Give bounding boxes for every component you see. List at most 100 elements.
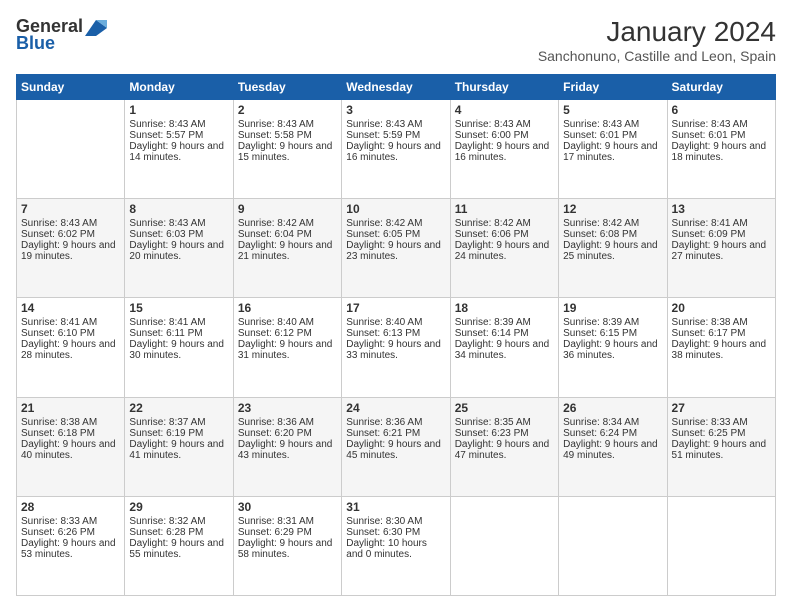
day-number: 18 — [455, 301, 554, 315]
logo: General Blue — [16, 16, 107, 54]
calendar-cell — [450, 496, 558, 595]
col-sunday: Sunday — [17, 75, 125, 100]
daylight-text: Daylight: 9 hours and 24 minutes. — [455, 240, 554, 262]
sunset-text: Sunset: 6:29 PM — [238, 527, 337, 538]
calendar-cell: 22Sunrise: 8:37 AMSunset: 6:19 PMDayligh… — [125, 397, 233, 496]
day-number: 14 — [21, 301, 120, 315]
sunset-text: Sunset: 5:59 PM — [346, 130, 445, 141]
calendar-cell: 31Sunrise: 8:30 AMSunset: 6:30 PMDayligh… — [342, 496, 450, 595]
sunrise-text: Sunrise: 8:31 AM — [238, 516, 337, 527]
calendar-cell: 16Sunrise: 8:40 AMSunset: 6:12 PMDayligh… — [233, 298, 341, 397]
day-number: 6 — [672, 103, 771, 117]
day-number: 26 — [563, 401, 662, 415]
sunrise-text: Sunrise: 8:43 AM — [455, 119, 554, 130]
calendar-cell: 19Sunrise: 8:39 AMSunset: 6:15 PMDayligh… — [559, 298, 667, 397]
day-number: 8 — [129, 202, 228, 216]
calendar-cell: 8Sunrise: 8:43 AMSunset: 6:03 PMDaylight… — [125, 199, 233, 298]
daylight-text: Daylight: 9 hours and 25 minutes. — [563, 240, 662, 262]
sunset-text: Sunset: 6:11 PM — [129, 328, 228, 339]
daylight-text: Daylight: 9 hours and 27 minutes. — [672, 240, 771, 262]
sunrise-text: Sunrise: 8:38 AM — [672, 317, 771, 328]
calendar-cell: 23Sunrise: 8:36 AMSunset: 6:20 PMDayligh… — [233, 397, 341, 496]
sunset-text: Sunset: 6:03 PM — [129, 229, 228, 240]
day-number: 20 — [672, 301, 771, 315]
calendar-cell: 18 Sunrise: 8:39 AMSunset: 6:14 PMDayligh… — [450, 298, 558, 397]
day-number: 7 — [21, 202, 120, 216]
sunrise-text: Sunrise: 8:36 AM — [238, 417, 337, 428]
calendar-cell — [17, 100, 125, 199]
daylight-text: Daylight: 9 hours and 49 minutes. — [563, 439, 662, 461]
title-section: January 2024 Sanchonuno, Castille and Le… — [538, 16, 776, 64]
sunset-text: Sunset: 6:14 PM — [455, 328, 554, 339]
day-number: 30 — [238, 500, 337, 514]
sunset-text: Sunset: 6:02 PM — [21, 229, 120, 240]
calendar-cell: 6Sunrise: 8:43 AMSunset: 6:01 PMDaylight… — [667, 100, 775, 199]
day-number: 13 — [672, 202, 771, 216]
col-tuesday: Tuesday — [233, 75, 341, 100]
day-number: 29 — [129, 500, 228, 514]
calendar-week-4: 21Sunrise: 8:38 AMSunset: 6:18 PMDayligh… — [17, 397, 776, 496]
daylight-text: Daylight: 9 hours and 23 minutes. — [346, 240, 445, 262]
calendar-cell: 24Sunrise: 8:36 AMSunset: 6:21 PMDayligh… — [342, 397, 450, 496]
sunrise-text: Sunrise: 8:41 AM — [21, 317, 120, 328]
col-friday: Friday — [559, 75, 667, 100]
sunrise-text: Sunrise: 8:43 AM — [129, 119, 228, 130]
sunset-text: Sunset: 6:13 PM — [346, 328, 445, 339]
sunrise-text: Sunrise: 8:39 AM — [455, 317, 554, 328]
sunrise-text: Sunrise: 8:43 AM — [346, 119, 445, 130]
sunrise-text: Sunrise: 8:34 AM — [563, 417, 662, 428]
day-number: 22 — [129, 401, 228, 415]
sunrise-text: Sunrise: 8:36 AM — [346, 417, 445, 428]
sunrise-text: Sunrise: 8:33 AM — [21, 516, 120, 527]
sunset-text: Sunset: 6:19 PM — [129, 428, 228, 439]
day-number: 4 — [455, 103, 554, 117]
daylight-text: Daylight: 9 hours and 19 minutes. — [21, 240, 120, 262]
calendar-cell: 26Sunrise: 8:34 AMSunset: 6:24 PMDayligh… — [559, 397, 667, 496]
sunrise-text: Sunrise: 8:41 AM — [129, 317, 228, 328]
sunrise-text: Sunrise: 8:38 AM — [21, 417, 120, 428]
day-number: 19 — [563, 301, 662, 315]
sunset-text: Sunset: 6:28 PM — [129, 527, 228, 538]
sunset-text: Sunset: 6:06 PM — [455, 229, 554, 240]
sunrise-text: Sunrise: 8:42 AM — [563, 218, 662, 229]
daylight-text: Daylight: 9 hours and 28 minutes. — [21, 339, 120, 361]
daylight-text: Daylight: 9 hours and 15 minutes. — [238, 141, 337, 163]
day-number: 28 — [21, 500, 120, 514]
daylight-text: Daylight: 9 hours and 31 minutes. — [238, 339, 337, 361]
daylight-text: Daylight: 9 hours and 41 minutes. — [129, 439, 228, 461]
sunset-text: Sunset: 5:58 PM — [238, 130, 337, 141]
location: Sanchonuno, Castille and Leon, Spain — [538, 48, 776, 64]
logo-blue: Blue — [16, 33, 55, 54]
daylight-text: Daylight: 9 hours and 21 minutes. — [238, 240, 337, 262]
month-title: January 2024 — [538, 16, 776, 48]
day-number: 16 — [238, 301, 337, 315]
calendar-cell: 17Sunrise: 8:40 AMSunset: 6:13 PMDayligh… — [342, 298, 450, 397]
calendar-week-2: 7Sunrise: 8:43 AMSunset: 6:02 PMDaylight… — [17, 199, 776, 298]
sunrise-text: Sunrise: 8:40 AM — [346, 317, 445, 328]
calendar-cell: 30 Sunrise: 8:31 AMSunset: 6:29 PMDayligh… — [233, 496, 341, 595]
calendar: Sunday Monday Tuesday Wednesday Thursday… — [16, 74, 776, 596]
col-wednesday: Wednesday — [342, 75, 450, 100]
day-number: 31 — [346, 500, 445, 514]
calendar-cell: 1Sunrise: 8:43 AMSunset: 5:57 PMDaylight… — [125, 100, 233, 199]
calendar-week-3: 14Sunrise: 8:41 AMSunset: 6:10 PMDayligh… — [17, 298, 776, 397]
daylight-text: Daylight: 9 hours and 40 minutes. — [21, 439, 120, 461]
sunset-text: Sunset: 6:01 PM — [672, 130, 771, 141]
col-saturday: Saturday — [667, 75, 775, 100]
daylight-text: Daylight: 9 hours and 33 minutes. — [346, 339, 445, 361]
day-number: 27 — [672, 401, 771, 415]
sunset-text: Sunset: 6:08 PM — [563, 229, 662, 240]
sunset-text: Sunset: 6:15 PM — [563, 328, 662, 339]
daylight-text: Daylight: 9 hours and 58 minutes. — [238, 538, 337, 560]
calendar-cell: 21Sunrise: 8:38 AMSunset: 6:18 PMDayligh… — [17, 397, 125, 496]
sunrise-text: Sunrise: 8:39 AM — [563, 317, 662, 328]
daylight-text: Daylight: 9 hours and 43 minutes. — [238, 439, 337, 461]
calendar-cell: 25Sunrise: 8:35 AMSunset: 6:23 PMDayligh… — [450, 397, 558, 496]
daylight-text: Daylight: 9 hours and 34 minutes. — [455, 339, 554, 361]
sunset-text: Sunset: 6:25 PM — [672, 428, 771, 439]
day-number: 21 — [21, 401, 120, 415]
daylight-text: Daylight: 9 hours and 18 minutes. — [672, 141, 771, 163]
sunrise-text: Sunrise: 8:40 AM — [238, 317, 337, 328]
header: General Blue January 2024 Sanchonuno, Ca… — [16, 16, 776, 64]
day-number: 1 — [129, 103, 228, 117]
